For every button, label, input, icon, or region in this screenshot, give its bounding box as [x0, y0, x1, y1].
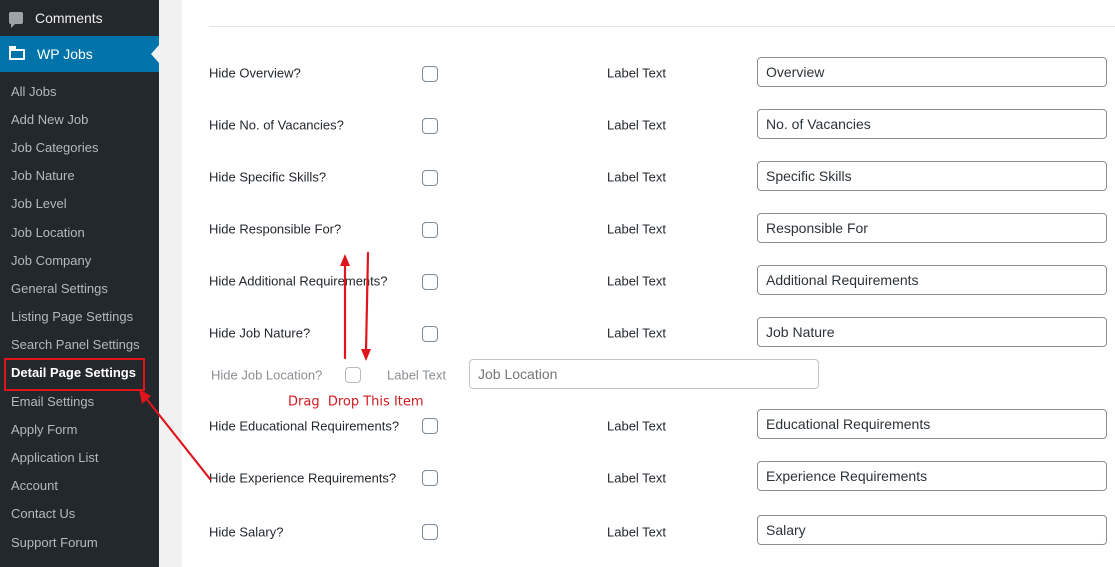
sidebar-item-job-nature[interactable]: Job Nature	[0, 162, 159, 190]
hide-overview-checkbox[interactable]	[422, 66, 438, 82]
sidebar-item-job-company[interactable]: Job Company	[0, 246, 159, 274]
overview-label-text: Label Text	[607, 65, 667, 81]
sidebar-item-add-new-job[interactable]: Add New Job	[0, 105, 159, 133]
hide-additional-checkbox[interactable]	[422, 274, 438, 290]
sidebar-item-general-settings[interactable]: General Settings	[0, 274, 159, 302]
hide-experience-label: Hide Experience Requirements?	[209, 470, 397, 486]
hide-nature-label: Hide Job Nature?	[209, 325, 311, 341]
skills-label-text: Label Text	[607, 169, 667, 185]
hide-skills-checkbox[interactable]	[422, 170, 438, 186]
educational-label-text: Label Text	[607, 418, 667, 434]
hide-additional-label: Hide Additional Requirements?	[209, 273, 388, 289]
hide-salary-label: Hide Salary?	[209, 524, 284, 540]
menu-comments[interactable]: Comments	[0, 0, 159, 36]
educational-label-input[interactable]	[757, 409, 1107, 439]
hide-location-label: Hide Job Location?	[211, 367, 323, 383]
admin-sidebar: Comments WP Jobs All Jobs Add New Job Jo…	[0, 0, 159, 567]
vacancies-label-text: Label Text	[607, 117, 667, 133]
sidebar-item-job-categories[interactable]: Job Categories	[0, 133, 159, 161]
sidebar-item-search-panel-settings[interactable]: Search Panel Settings	[0, 331, 159, 359]
highlight-box	[4, 358, 145, 391]
hide-educational-label: Hide Educational Requirements?	[209, 418, 400, 434]
hide-responsible-checkbox[interactable]	[422, 222, 438, 238]
salary-label-input[interactable]	[757, 515, 1107, 545]
sidebar-item-apply-form[interactable]: Apply Form	[0, 415, 159, 443]
sidebar-item-support-forum[interactable]: Support Forum	[0, 528, 159, 556]
sidebar-item-account[interactable]: Account	[0, 472, 159, 500]
sidebar-item-application-list[interactable]: Application List	[0, 443, 159, 471]
nature-label-text: Label Text	[607, 325, 667, 341]
sidebar-item-job-location[interactable]: Job Location	[0, 218, 159, 246]
hide-educational-checkbox[interactable]	[422, 418, 438, 434]
sidebar-item-listing-page-settings[interactable]: Listing Page Settings	[0, 303, 159, 331]
hide-responsible-label: Hide Responsible For?	[209, 221, 342, 237]
hide-location-checkbox[interactable]	[345, 367, 361, 383]
sidebar-item-contact-us[interactable]: Contact Us	[0, 500, 159, 528]
drag-drop-annotation: Drag Drop This Item	[288, 394, 424, 410]
menu-wp-jobs-label: WP Jobs	[37, 46, 93, 62]
hide-skills-label: Hide Specific Skills?	[209, 169, 327, 185]
hide-vacancies-checkbox[interactable]	[422, 118, 438, 134]
skills-label-input[interactable]	[757, 161, 1107, 191]
salary-label-text: Label Text	[607, 524, 667, 540]
wp-jobs-submenu: All Jobs Add New Job Job Categories Job …	[0, 77, 159, 556]
location-label-input[interactable]	[469, 359, 819, 389]
sidebar-item-email-settings[interactable]: Email Settings	[0, 387, 159, 415]
menu-wp-jobs[interactable]: WP Jobs	[0, 36, 159, 72]
experience-label-text: Label Text	[607, 470, 667, 486]
location-label-text: Label Text	[387, 367, 447, 383]
hide-vacancies-label: Hide No. of Vacancies?	[209, 117, 344, 133]
section-divider	[209, 26, 1115, 27]
hide-nature-checkbox[interactable]	[422, 326, 438, 342]
responsible-label-text: Label Text	[607, 221, 667, 237]
sidebar-item-job-level[interactable]: Job Level	[0, 190, 159, 218]
hide-overview-label: Hide Overview?	[209, 65, 301, 81]
experience-label-input[interactable]	[757, 461, 1107, 491]
hide-experience-checkbox[interactable]	[422, 470, 438, 486]
additional-label-text: Label Text	[607, 273, 667, 289]
nature-label-input[interactable]	[757, 317, 1107, 347]
menu-comments-label: Comments	[35, 10, 103, 26]
vacancies-label-input[interactable]	[757, 109, 1107, 139]
folder-icon	[9, 45, 25, 60]
sidebar-item-all-jobs[interactable]: All Jobs	[0, 77, 159, 105]
hide-salary-checkbox[interactable]	[422, 524, 438, 540]
overview-label-input[interactable]	[757, 57, 1107, 87]
additional-label-input[interactable]	[757, 265, 1107, 295]
comment-icon	[9, 12, 23, 28]
responsible-label-input[interactable]	[757, 213, 1107, 243]
